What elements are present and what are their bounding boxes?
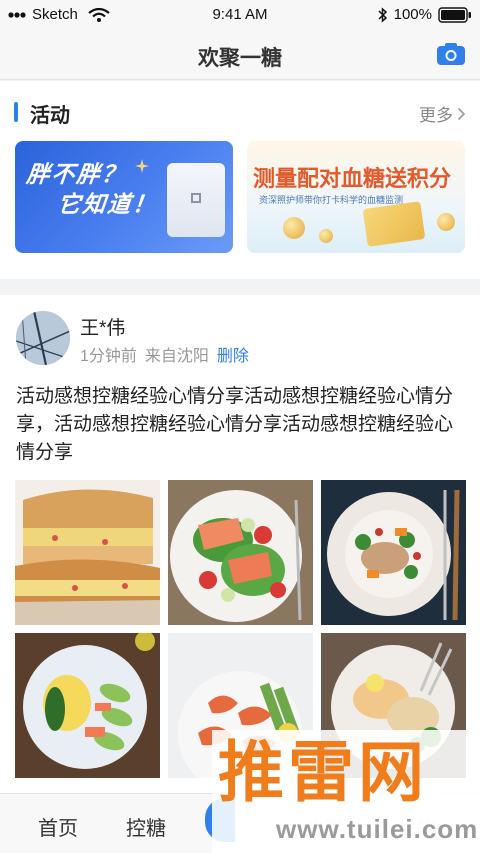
activity-header: 活动 更多 [0,99,480,127]
photo-toast-sandwich[interactable] [15,480,160,625]
section-accent-bar [14,102,18,122]
avatar[interactable] [16,311,70,365]
scale-illustration [167,163,225,237]
tab-sugar-control[interactable]: 控糖 [126,812,166,841]
battery-percent: 100% [393,6,432,23]
coin-icon [283,217,305,239]
status-right: 100% [378,6,472,23]
banner2-title: 测量配对血糖送积分 [253,166,452,191]
post-location: 来自沈阳 [144,348,209,365]
post-time: 1分钟前 [80,348,137,365]
sparkle-icon [135,159,149,173]
avatar-image [16,311,70,365]
watermark-brand: 推雷网 [218,735,428,809]
activity-section: 活动 更多 胖不胖？ 它知道！ 测量配对血糖送积分 资深照护师带你打卡科学的血糖… [0,81,480,279]
battery-icon [438,6,471,23]
post-username[interactable]: 王*伟 [80,313,125,340]
post-content: 活动感想控糖经验心情分享活动感想控糖经验心情分享，活动感想控糖经验心情分享活动感… [16,386,454,463]
chevron-right-icon [457,107,466,120]
tab-home[interactable]: 首页 [38,812,78,841]
activity-title: 活动 [30,105,70,127]
app-screen: Sketch 9:41 AM 100% 欢聚一糖 活动 更多 胖不胖？ 它知道！… [0,0,480,853]
watermark-url: www.tuilei.com [276,814,479,844]
photo-vegetable-plate[interactable] [321,480,466,625]
banner-weight-scale[interactable]: 胖不胖？ 它知道！ [15,141,233,253]
nav-bar: 欢聚一糖 [0,30,480,80]
bluetooth-icon [378,6,387,23]
photo-egg-avocado-plate[interactable] [15,633,160,778]
banner2-subtitle: 资深照护师带你打卡科学的血糖监测 [259,195,404,205]
watermark: 推雷网 www.tuilei.com [212,730,480,853]
delete-button[interactable]: 删除 [217,342,249,366]
more-link[interactable]: 更多 [419,101,466,126]
more-label: 更多 [419,106,453,125]
coin-icon [437,213,455,231]
camera-icon[interactable] [436,42,466,66]
post-meta: 1分钟前 来自沈阳 删除 [80,342,249,366]
banner-glucose-points[interactable]: 测量配对血糖送积分 资深照护师带你打卡科学的血糖监测 [247,141,465,253]
coin-icon [319,229,333,243]
banner1-line2: 它知道！ [56,191,159,217]
page-title: 欢聚一糖 [198,47,282,70]
points-card-illustration [362,201,426,247]
status-bar: Sketch 9:41 AM 100% [0,0,480,30]
photo-salmon-salad[interactable] [168,480,313,625]
